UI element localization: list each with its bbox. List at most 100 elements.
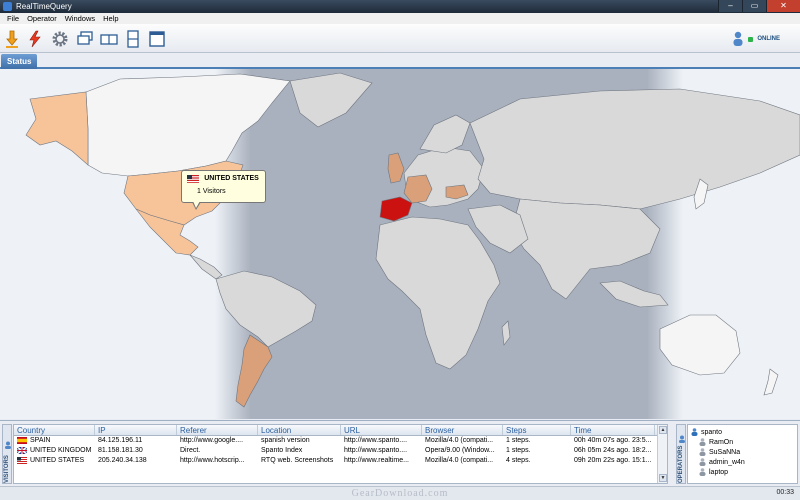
country-name: UNITED STATES: [30, 457, 85, 464]
operator-item[interactable]: SuSaNNa: [691, 447, 797, 457]
online-status-label: ONLINE: [757, 36, 780, 42]
operator-item[interactable]: laptop: [691, 467, 797, 477]
column-location[interactable]: Location: [258, 425, 341, 435]
cell-browser: Mozilla/4.0 (compati...: [425, 437, 494, 444]
toolbar: [0, 24, 800, 53]
menu-file[interactable]: File: [3, 13, 23, 24]
session-clock: 00:33: [776, 489, 794, 496]
download-button[interactable]: [1, 28, 23, 50]
visitors-scrollbar[interactable]: ▲ ▼: [657, 425, 667, 483]
tooltip-country: UNITED STATES: [204, 175, 259, 183]
menu-bar: File Operator Windows Help: [0, 13, 800, 24]
column-steps[interactable]: Steps: [503, 425, 571, 435]
table-row[interactable]: SPAIN 84.125.196.11 http://www.google...…: [14, 436, 667, 446]
operator-item[interactable]: admin_w4n: [691, 457, 797, 467]
column-country[interactable]: Country: [14, 425, 95, 435]
lightning-icon: [29, 30, 41, 48]
cell-url: http://www.spanto....: [344, 437, 408, 444]
operators-list: spanto RamOn SuSaNNa admin_w4n laptop: [687, 424, 798, 484]
operators-icon: [679, 435, 685, 443]
scroll-down-icon[interactable]: ▼: [659, 474, 667, 482]
world-map[interactable]: [0, 69, 800, 419]
cell-steps: 4 steps.: [506, 457, 531, 464]
cell-location: spanish version: [261, 437, 310, 444]
country-name: SPAIN: [30, 437, 51, 444]
operator-offline-icon: [699, 448, 706, 456]
download-arrow-icon: [6, 30, 18, 48]
settings-button[interactable]: [49, 28, 71, 50]
world-map-canvas: [0, 69, 800, 419]
tooltip-visitor-count: 1 Visitors: [197, 188, 226, 195]
cell-time: 00h 40m 07s ago. 23:5...: [574, 437, 652, 444]
tooltip-pointer-fill: [193, 201, 200, 208]
menu-windows[interactable]: Windows: [61, 13, 99, 24]
menu-operator[interactable]: Operator: [23, 13, 61, 24]
table-row[interactable]: UNITED KINGDOM 81.158.181.30 Direct. Spa…: [14, 446, 667, 456]
table-row[interactable]: UNITED STATES 205.240.34.138 http://www.…: [14, 456, 667, 466]
visitors-table-header: Country IP Referer Location URL Browser …: [14, 425, 667, 436]
uk-flag-icon: [17, 446, 27, 454]
column-url[interactable]: URL: [341, 425, 422, 435]
operator-name: spanto: [701, 428, 723, 436]
us-flag-icon: [17, 456, 27, 464]
column-ip[interactable]: IP: [95, 425, 177, 435]
column-time[interactable]: Time: [571, 425, 655, 435]
minimize-button[interactable]: –: [718, 0, 742, 12]
single-window-icon: [149, 31, 165, 47]
cell-location: Spanto Index: [261, 447, 303, 454]
window-title: RealTimeQuery: [16, 2, 72, 11]
tile-vertical-button[interactable]: [122, 28, 144, 50]
visitors-table: Country IP Referer Location URL Browser …: [13, 424, 668, 484]
operator-name: SuSaNNa: [709, 448, 741, 456]
title-bar: RealTimeQuery – ▭ ✕: [0, 0, 800, 13]
single-window-button[interactable]: [146, 28, 168, 50]
cell-location: RTQ web. Screenshots: [261, 457, 334, 464]
connection-status[interactable]: ONLINE: [732, 30, 780, 48]
watermark: GearDownload.com: [351, 488, 449, 499]
column-referer[interactable]: Referer: [177, 425, 258, 435]
app-icon: [3, 2, 12, 11]
cell-ip: 84.125.196.11: [98, 437, 143, 444]
visitors-icon: [5, 441, 11, 449]
country-name: UNITED KINGDOM: [30, 447, 92, 454]
cell-ip: 205.240.34.138: [98, 457, 147, 464]
cell-url: http://www.spanto....: [344, 447, 408, 454]
cell-time: 06h 05m 24s ago. 18:2...: [574, 447, 652, 454]
operator-name: admin_w4n: [709, 458, 745, 466]
tab-status[interactable]: Status: [1, 54, 38, 69]
cell-time: 09h 20m 22s ago. 15:1...: [574, 457, 652, 464]
tile-horizontal-button[interactable]: [98, 28, 120, 50]
visitors-sidebar[interactable]: VISITORS: [2, 424, 12, 484]
us-flag-icon: [187, 174, 199, 183]
cell-country: UNITED STATES: [14, 456, 95, 466]
scroll-up-icon[interactable]: ▲: [659, 426, 667, 434]
cascade-windows-button[interactable]: [74, 28, 96, 50]
operator-name: laptop: [709, 468, 729, 476]
operator-user-icon: [733, 31, 743, 46]
operator-name: RamOn: [709, 438, 734, 446]
country-tooltip: UNITED STATES 1 Visitors: [181, 170, 266, 210]
visitors-side-label: VISITORS: [4, 455, 10, 483]
gear-icon: [52, 31, 68, 47]
menu-help[interactable]: Help: [99, 13, 122, 24]
bottom-panels: VISITORS Country IP Referer Location URL…: [0, 420, 800, 485]
status-bar: GearDownload.com 00:33: [0, 486, 800, 500]
connect-button[interactable]: [24, 28, 46, 50]
tab-strip: Status: [0, 53, 800, 69]
online-indicator-icon: [748, 36, 754, 42]
cell-country: SPAIN: [14, 436, 95, 446]
operator-item[interactable]: spanto: [691, 427, 797, 437]
operator-online-icon: [691, 428, 698, 436]
cell-ip: 81.158.181.30: [98, 447, 143, 454]
cell-referer: http://www.hotscrip...: [180, 457, 245, 464]
cell-url: http://www.realtime...: [344, 457, 409, 464]
maximize-button[interactable]: ▭: [742, 0, 766, 12]
tile-horizontal-icon: [100, 34, 118, 45]
cell-browser: Mozilla/4.0 (compati...: [425, 457, 494, 464]
operator-item[interactable]: RamOn: [691, 437, 797, 447]
cell-steps: 1 steps.: [506, 437, 531, 444]
close-button[interactable]: ✕: [766, 0, 800, 12]
operators-sidebar[interactable]: OPERATORS: [676, 424, 686, 484]
cell-referer: http://www.google....: [180, 437, 244, 444]
column-browser[interactable]: Browser: [422, 425, 503, 435]
